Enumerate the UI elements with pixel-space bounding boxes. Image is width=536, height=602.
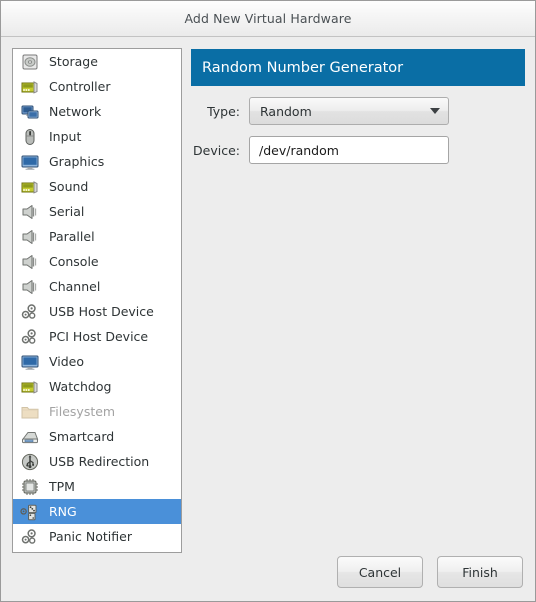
smartcard-icon [19, 426, 41, 448]
channel-port-icon [19, 276, 41, 298]
sidebar-item-label: USB Redirection [49, 454, 150, 469]
sidebar-item-label: Video [49, 354, 85, 369]
controller-icon [19, 76, 41, 98]
rng-icon [19, 501, 41, 523]
sidebar-item-console[interactable]: Console [13, 249, 181, 274]
add-hardware-dialog: Add New Virtual Hardware Storage Controll… [0, 0, 536, 602]
sidebar-item-serial[interactable]: Serial [13, 199, 181, 224]
detail-pane-header: Random Number Generator [191, 49, 525, 86]
watchdog-icon [19, 376, 41, 398]
dialog-buttons: Cancel Finish [337, 556, 523, 588]
chevron-down-icon [430, 108, 440, 114]
window-title: Add New Virtual Hardware [184, 11, 352, 26]
rng-device-value: /dev/random [259, 142, 339, 158]
sidebar-item-usb-host-device[interactable]: USB Host Device [13, 299, 181, 324]
rng-form: Type: Random Device: /dev/random [191, 97, 525, 175]
sidebar-item-label: Controller [49, 79, 111, 94]
pci-host-icon [19, 326, 41, 348]
sidebar-item-label: TPM [49, 479, 75, 494]
sidebar-item-graphics[interactable]: Graphics [13, 149, 181, 174]
rng-device-input[interactable]: /dev/random [249, 136, 449, 164]
sidebar-item-label: Console [49, 254, 99, 269]
sidebar-item-usb-redirection[interactable]: USB Redirection [13, 449, 181, 474]
sidebar-item-label: Input [49, 129, 82, 144]
sidebar-item-label: PCI Host Device [49, 329, 149, 344]
chip-icon [19, 476, 41, 498]
sidebar-item-panic-notifier[interactable]: Panic Notifier [13, 524, 181, 549]
sidebar-item-label: Network [49, 104, 102, 119]
sidebar-item-watchdog[interactable]: Watchdog [13, 374, 181, 399]
sidebar-item-smartcard[interactable]: Smartcard [13, 424, 181, 449]
sidebar-item-storage[interactable]: Storage [13, 49, 181, 74]
sidebar-item-controller[interactable]: Controller [13, 74, 181, 99]
sidebar-item-parallel[interactable]: Parallel [13, 224, 181, 249]
field-label: Device: [193, 142, 240, 158]
hardware-category-list[interactable]: Storage Controller Network Input Graphics Sou… [12, 48, 182, 553]
field-label: Type: [207, 103, 240, 119]
sidebar-item-label: Channel [49, 279, 101, 294]
sidebar-item-label: Storage [49, 54, 98, 69]
sidebar-item-filesystem: Filesystem [13, 399, 181, 424]
sidebar-item-label: Smartcard [49, 429, 115, 444]
network-icon [19, 101, 41, 123]
serial-port-icon [19, 201, 41, 223]
sidebar-item-tpm[interactable]: TPM [13, 474, 181, 499]
titlebar: Add New Virtual Hardware [1, 1, 535, 37]
folder-icon [19, 401, 41, 423]
panic-notifier-icon [19, 526, 41, 548]
cancel-button[interactable]: Cancel [337, 556, 423, 588]
console-port-icon [19, 251, 41, 273]
rng-type-combo[interactable]: Random [249, 97, 449, 125]
usb-host-icon [19, 301, 41, 323]
sidebar-item-label: Serial [49, 204, 85, 219]
sidebar-item-sound[interactable]: Sound [13, 174, 181, 199]
sidebar-item-label: Watchdog [49, 379, 112, 394]
parallel-port-icon [19, 226, 41, 248]
finish-button[interactable]: Finish [437, 556, 523, 588]
sidebar-item-label: RNG [49, 504, 77, 519]
sidebar-item-rng[interactable]: RNG [13, 499, 181, 524]
form-row: Device: /dev/random [191, 136, 525, 164]
video-icon [19, 351, 41, 373]
detail-pane-title: Random Number Generator [202, 59, 404, 76]
display-icon [19, 151, 41, 173]
mouse-icon [19, 126, 41, 148]
sidebar-item-label: Panic Notifier [49, 529, 132, 544]
sound-card-icon [19, 176, 41, 198]
usb-plug-icon [19, 451, 41, 473]
sidebar-item-video[interactable]: Video [13, 349, 181, 374]
sidebar-item-label: Parallel [49, 229, 95, 244]
form-row: Type: Random [191, 97, 525, 125]
sidebar-item-label: Filesystem [49, 404, 116, 419]
sidebar-item-network[interactable]: Network [13, 99, 181, 124]
storage-icon [19, 51, 41, 73]
sidebar-item-channel[interactable]: Channel [13, 274, 181, 299]
sidebar-item-input[interactable]: Input [13, 124, 181, 149]
rng-type-value: Random [260, 103, 312, 119]
sidebar-item-label: Sound [49, 179, 89, 194]
sidebar-item-label: Graphics [49, 154, 105, 169]
sidebar-item-label: USB Host Device [49, 304, 154, 319]
sidebar-item-pci-host-device[interactable]: PCI Host Device [13, 324, 181, 349]
